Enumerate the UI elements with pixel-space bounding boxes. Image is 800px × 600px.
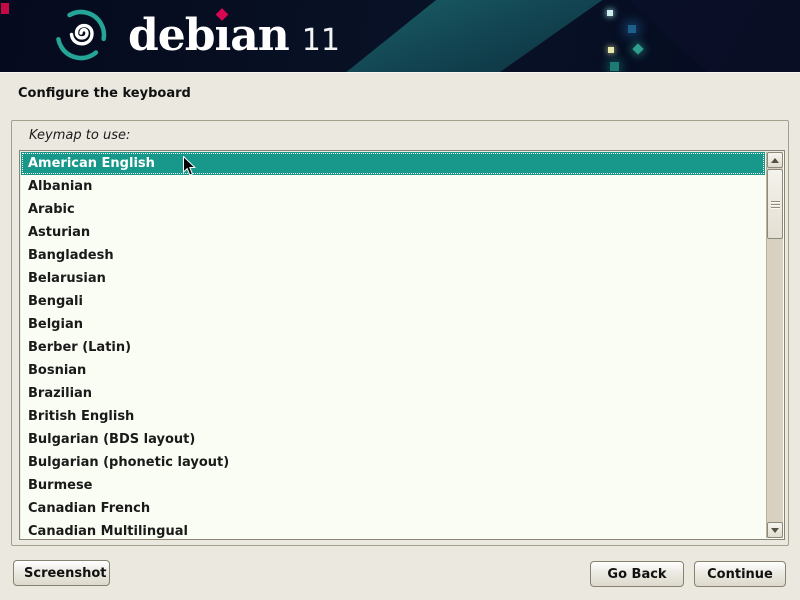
list-item[interactable]: Bulgarian (BDS layout) — [21, 428, 765, 451]
page-title: Configure the keyboard — [18, 86, 191, 101]
list-item[interactable]: Asturian — [21, 221, 765, 244]
list-item[interactable]: British English — [21, 405, 765, 428]
installer-window: debıan 11 Configure the keyboard Keymap t… — [0, 0, 800, 600]
thumb-grip — [771, 201, 780, 202]
chevron-down-icon — [771, 528, 779, 533]
list-item[interactable]: Arabic — [21, 198, 765, 221]
corner-red-mark — [1, 3, 9, 14]
scrollbar-thumb[interactable] — [767, 169, 783, 239]
list-item[interactable]: Bengali — [21, 290, 765, 313]
banner-deco-square — [610, 62, 619, 71]
list-item[interactable]: American English — [21, 152, 765, 175]
debian-swirl-icon — [52, 6, 110, 66]
thumb-grip — [771, 204, 780, 205]
keymap-list[interactable]: American EnglishAlbanianArabicAsturianBa… — [19, 150, 785, 540]
debian-wordmark: debıan 11 — [128, 11, 340, 61]
list-item[interactable]: Canadian French — [21, 497, 765, 520]
chevron-up-icon — [771, 158, 779, 163]
installer-banner: debıan 11 — [0, 0, 800, 73]
list-item[interactable]: Belarusian — [21, 267, 765, 290]
banner-deco-square — [608, 47, 614, 53]
scroll-down-button[interactable] — [767, 522, 783, 538]
continue-button[interactable]: Continue — [694, 561, 786, 587]
list-item[interactable]: Belgian — [21, 313, 765, 336]
list-item[interactable]: Burmese — [21, 474, 765, 497]
brand-word: debıan — [128, 10, 289, 61]
keymap-list-rows: American EnglishAlbanianArabicAsturianBa… — [21, 152, 765, 538]
scrollbar[interactable] — [766, 152, 783, 538]
list-item[interactable]: Albanian — [21, 175, 765, 198]
list-item[interactable]: Berber (Latin) — [21, 336, 765, 359]
list-item[interactable]: Canadian Multilingual — [21, 520, 765, 538]
thumb-grip — [771, 207, 780, 208]
screenshot-button[interactable]: Screenshot — [13, 560, 110, 586]
list-item[interactable]: Bangladesh — [21, 244, 765, 267]
debian-version: 11 — [302, 23, 340, 58]
list-item[interactable]: Bulgarian (phonetic layout) — [21, 451, 765, 474]
list-item[interactable]: Bosnian — [21, 359, 765, 382]
scroll-up-button[interactable] — [767, 152, 783, 168]
banner-deco-square — [628, 25, 636, 33]
go-back-button[interactable]: Go Back — [590, 561, 684, 587]
banner-deco-square — [607, 10, 613, 16]
keymap-label: Keymap to use: — [29, 128, 130, 143]
banner-deco-diamond — [632, 43, 643, 54]
list-item[interactable]: Brazilian — [21, 382, 765, 405]
